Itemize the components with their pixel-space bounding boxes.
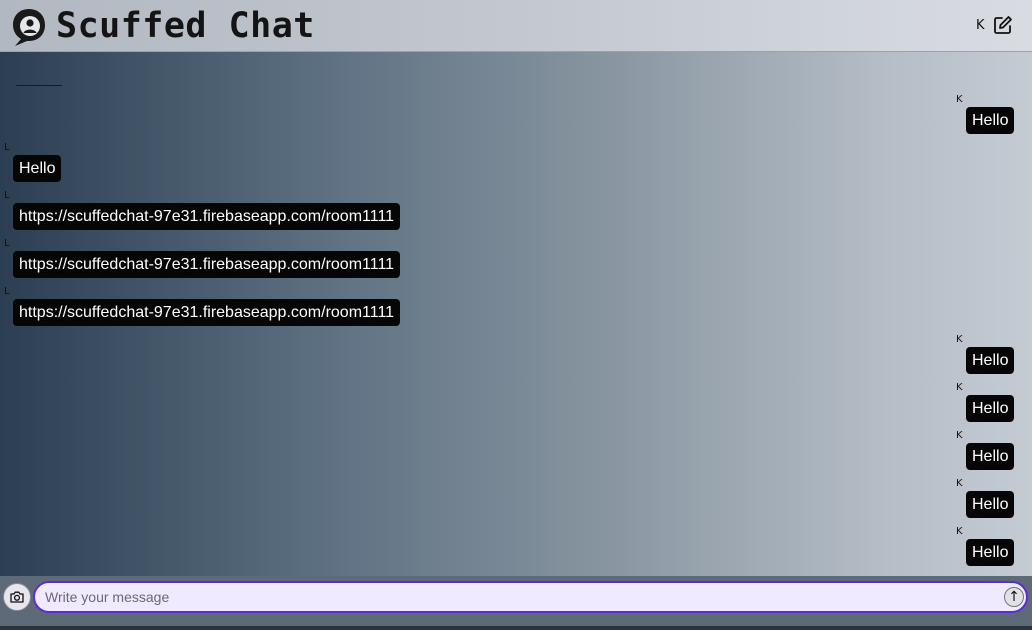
message-link-bubble[interactable]: https://scuffedchat-97e31.firebaseapp.co… xyxy=(13,299,401,326)
send-button[interactable]: ↑ xyxy=(1004,587,1024,607)
message-bubble: Hello xyxy=(966,395,1015,422)
current-user-initial: K xyxy=(976,18,985,33)
message-sender: L xyxy=(4,286,10,297)
message-sender: L xyxy=(4,238,10,249)
app-header: Scuffed Chat K xyxy=(0,0,1032,52)
edit-square-icon[interactable] xyxy=(993,15,1013,35)
message-sender: L xyxy=(4,190,10,201)
message-link-bubble[interactable]: https://scuffedchat-97e31.firebaseapp.co… xyxy=(13,251,401,278)
app-title: Scuffed Chat xyxy=(56,6,315,46)
message-sender: K xyxy=(956,94,963,105)
camera-icon xyxy=(10,591,24,603)
message-sender: K xyxy=(956,382,963,393)
message-bubble: Hello xyxy=(966,107,1015,134)
message-link-bubble[interactable]: https://scuffedchat-97e31.firebaseapp.co… xyxy=(13,203,401,230)
message-sender: K xyxy=(956,478,963,489)
message-bubble: Hello xyxy=(13,155,62,182)
camera-button[interactable] xyxy=(3,583,31,611)
message-sender: K xyxy=(956,334,963,345)
messages-divider xyxy=(16,85,62,86)
chat-app: Scuffed Chat K K Hello L Hello L https:/… xyxy=(0,0,1032,630)
message-sender: K xyxy=(956,526,963,537)
message-sender: K xyxy=(956,430,963,441)
message-input[interactable] xyxy=(33,581,1028,613)
message-bubble: Hello xyxy=(966,491,1015,518)
bottom-strip xyxy=(0,626,1032,630)
message-sender: L xyxy=(4,142,10,153)
chat-bubble-person-logo xyxy=(13,9,45,46)
message-bubble: Hello xyxy=(966,443,1015,470)
message-bubble: Hello xyxy=(966,347,1015,374)
message-bubble: Hello xyxy=(966,539,1015,566)
